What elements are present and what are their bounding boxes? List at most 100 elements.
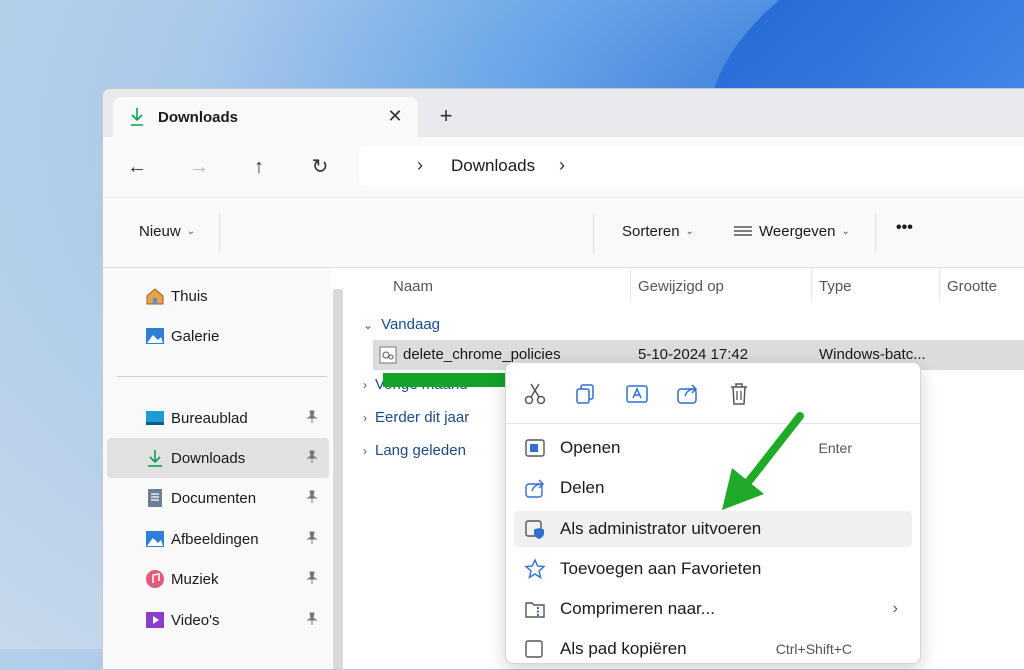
cut-icon[interactable]	[522, 381, 548, 407]
list-view-icon	[734, 225, 752, 236]
pin-icon[interactable]	[305, 612, 319, 630]
command-bar: Nieuw ⌄ Sorteren ⌄ Weergeven ⌄ •••	[103, 199, 1024, 268]
toolbar-divider	[593, 213, 594, 253]
home-icon	[146, 288, 164, 305]
sidebar-item-afbeeldingen[interactable]: Afbeeldingen	[107, 519, 329, 559]
chevron-right-icon: ›	[363, 410, 367, 425]
menu-item-copy-path[interactable]: Als pad kopiëren Ctrl+Shift+C	[514, 631, 912, 667]
menu-item-label: Delen	[560, 478, 605, 497]
sidebar-item-bureaublad[interactable]: Bureaublad	[107, 398, 329, 438]
desktop-icon	[146, 411, 164, 425]
copy-icon[interactable]	[573, 381, 599, 407]
column-divider[interactable]	[630, 268, 631, 302]
chevron-down-icon: ⌄	[186, 226, 196, 237]
chevron-right-icon[interactable]: ›	[559, 155, 565, 176]
star-icon	[524, 558, 546, 580]
pin-icon[interactable]	[305, 531, 319, 549]
gallery-icon	[146, 328, 164, 344]
breadcrumb-downloads[interactable]: Downloads	[451, 156, 535, 176]
download-icon	[131, 108, 143, 126]
sidebar-item-label: Video's	[171, 611, 220, 629]
new-button[interactable]: Nieuw ⌄	[139, 223, 195, 240]
pin-icon[interactable]	[305, 410, 319, 428]
pin-icon[interactable]	[305, 490, 319, 508]
sidebar-item-galerie[interactable]: Galerie	[107, 316, 329, 356]
new-label: Nieuw	[139, 223, 181, 240]
more-options-button[interactable]: •••	[896, 219, 913, 237]
sidebar-item-label: Afbeeldingen	[171, 530, 259, 548]
title-bar: Downloads ✕ +	[103, 89, 1024, 137]
sidebar-item-label: Downloads	[171, 449, 246, 467]
forward-button[interactable]: →	[185, 155, 213, 179]
group-this-year[interactable]: › Eerder dit jaar	[363, 409, 469, 426]
column-divider[interactable]	[939, 268, 940, 302]
column-header-name[interactable]: Naam	[393, 278, 433, 295]
rename-icon[interactable]	[624, 381, 650, 407]
annotation-arrow	[722, 412, 804, 510]
toolbar-divider	[875, 213, 876, 253]
sidebar-item-downloads[interactable]: Downloads	[107, 438, 329, 478]
sidebar-item-documenten[interactable]: Documenten	[107, 478, 329, 518]
column-divider[interactable]	[811, 268, 812, 302]
zip-icon	[525, 602, 545, 618]
menu-item-label: Als pad kopiëren	[560, 639, 687, 658]
column-header-modified[interactable]: Gewijzigd op	[638, 278, 724, 295]
group-today[interactable]: ⌄ Vandaag	[363, 316, 440, 333]
open-icon	[525, 439, 545, 457]
pictures-icon	[146, 531, 164, 547]
menu-item-label: Comprimeren naar...	[560, 599, 715, 618]
file-modified: 5-10-2024 17:42	[638, 346, 749, 363]
group-label: Lang geleden	[375, 442, 466, 459]
menu-item-add-favorites[interactable]: Toevoegen aan Favorieten	[514, 551, 912, 587]
menu-item-label: Openen	[560, 438, 621, 457]
view-label: Weergeven	[759, 223, 836, 240]
group-label: Vandaag	[381, 316, 441, 333]
group-long-ago[interactable]: › Lang geleden	[363, 442, 466, 459]
sidebar-item-videos[interactable]: Video's	[107, 600, 329, 640]
sidebar-divider	[117, 376, 327, 377]
sidebar-item-label: Galerie	[171, 327, 220, 345]
copy-path-icon	[525, 640, 543, 658]
sidebar-item-muziek[interactable]: Muziek	[107, 559, 329, 599]
videos-icon	[146, 612, 164, 628]
view-button[interactable]: Weergeven ⌄	[733, 223, 850, 240]
file-type: Windows-batc...	[819, 346, 926, 363]
toolbar-divider	[219, 213, 220, 253]
menu-shortcut: Ctrl+Shift+C	[775, 641, 852, 657]
navigation-pane: Thuis Galerie Bureaublad Downloads Docum…	[103, 268, 331, 669]
admin-shield-icon	[525, 520, 544, 539]
column-header-size[interactable]: Grootte	[947, 278, 997, 295]
chevron-right-icon: ›	[892, 600, 898, 617]
refresh-button[interactable]: ↻	[306, 155, 334, 179]
share-icon[interactable]	[675, 381, 701, 407]
new-tab-button[interactable]: +	[433, 103, 459, 129]
group-label: Eerder dit jaar	[375, 409, 470, 426]
up-button[interactable]: ↑	[245, 155, 273, 179]
sidebar-item-label: Muziek	[171, 570, 219, 588]
tab-downloads[interactable]: Downloads ✕	[113, 97, 418, 137]
pin-icon[interactable]	[305, 571, 319, 589]
sidebar-item-thuis[interactable]: Thuis	[107, 276, 329, 316]
chevron-right-icon: ›	[363, 443, 367, 458]
menu-item-label: Toevoegen aan Favorieten	[560, 559, 762, 578]
menu-shortcut: Enter	[818, 440, 852, 456]
tab-title: Downloads	[158, 109, 239, 126]
address-bar-row: ← → ↑ ↻ › Downloads ›	[103, 137, 1024, 198]
pin-icon[interactable]	[305, 450, 319, 468]
delete-icon[interactable]	[726, 381, 752, 407]
documents-icon	[148, 489, 162, 507]
sidebar-scrollbar[interactable]	[333, 289, 343, 669]
sidebar-item-label: Bureaublad	[171, 409, 248, 427]
close-tab-icon[interactable]: ✕	[383, 104, 407, 128]
chevron-right-icon: ›	[417, 155, 423, 175]
sort-button[interactable]: Sorteren ⌄	[622, 223, 694, 240]
column-header-type[interactable]: Type	[819, 278, 852, 295]
back-button[interactable]: ←	[123, 155, 151, 179]
share-icon	[525, 479, 544, 498]
menu-item-compress[interactable]: Comprimeren naar... ›	[514, 591, 912, 627]
chevron-down-icon: ⌄	[685, 226, 694, 237]
chevron-down-icon: ⌄	[363, 317, 374, 332]
download-icon	[148, 450, 162, 467]
address-field[interactable]: › Downloads ›	[359, 146, 1024, 186]
batch-file-icon	[379, 346, 397, 364]
